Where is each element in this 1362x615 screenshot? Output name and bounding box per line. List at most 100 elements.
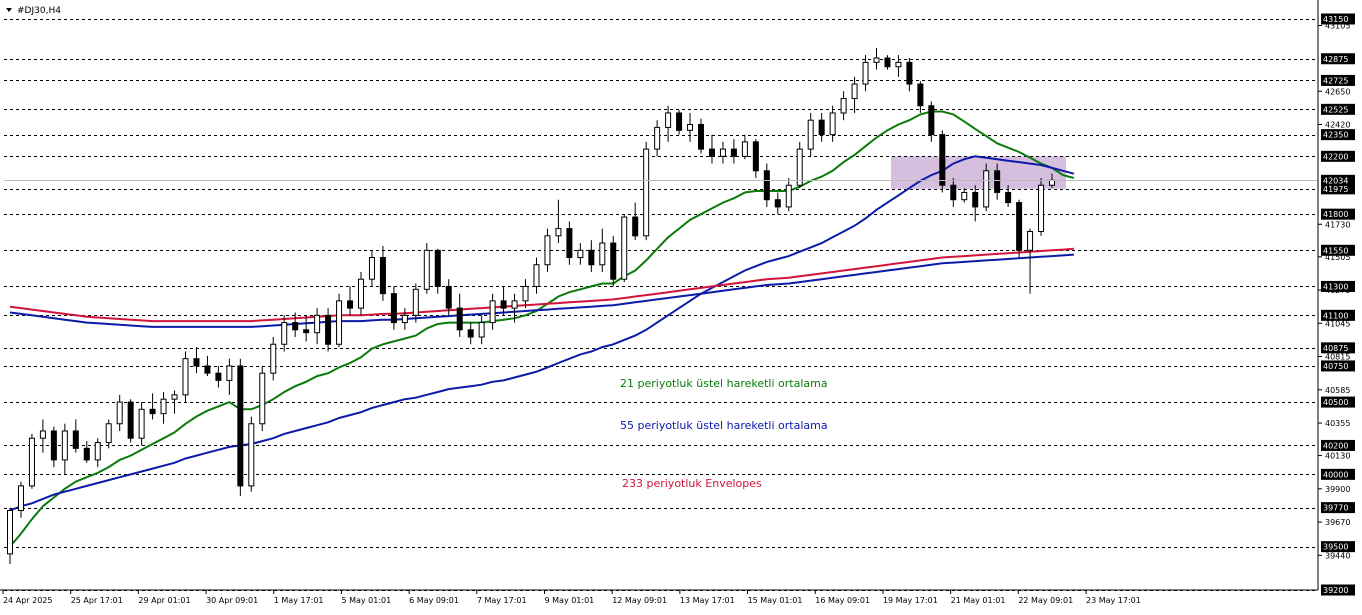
candle-body: [292, 322, 299, 331]
candle-body: [643, 148, 650, 237]
candle-body: [314, 314, 321, 334]
candle-body: [412, 288, 419, 316]
candle-body: [149, 408, 156, 415]
candle-body: [72, 430, 79, 449]
candle-body: [588, 249, 595, 266]
symbol-label: #DJ30,H4: [17, 6, 61, 16]
level-price-label: 42200: [1323, 152, 1348, 161]
candle-body: [741, 141, 748, 157]
plot-background: [0, 0, 1362, 611]
level-price-label: 39200: [1323, 586, 1348, 595]
candle-body: [906, 61, 913, 85]
level-price-label: 41975: [1323, 185, 1348, 194]
candle-body: [39, 430, 46, 439]
level-price-label: 40200: [1323, 441, 1348, 450]
candle-body: [994, 170, 1001, 193]
candle: [182, 351, 189, 403]
y-tick-label: 41730: [1325, 220, 1350, 229]
candle-body: [7, 509, 13, 555]
candle-body: [237, 365, 244, 487]
y-tick-label: 40130: [1325, 452, 1350, 461]
candle-body: [752, 141, 759, 172]
candle-body: [807, 119, 814, 150]
y-tick-label: 42650: [1325, 87, 1350, 96]
candle-body: [368, 257, 375, 280]
level-price-label: 40500: [1323, 398, 1348, 407]
chart-svg: 4310542650424204173041505412754104540815…: [0, 0, 1362, 611]
x-tick-label: 29 Apr 01:01: [138, 596, 190, 605]
candle-body: [390, 293, 397, 324]
candle-body: [818, 119, 825, 136]
candle-body: [555, 228, 562, 237]
candle-body: [1027, 230, 1034, 251]
candle-body: [610, 242, 617, 280]
x-tick-label: 19 May 17:01: [883, 596, 938, 605]
candle-body: [511, 300, 518, 309]
level-price-label: 41550: [1323, 246, 1348, 255]
candle-body: [193, 358, 200, 367]
candle: [127, 399, 134, 443]
candle-body: [796, 148, 803, 186]
candle-body: [478, 322, 485, 338]
x-tick-label: 21 May 01:01: [951, 596, 1006, 605]
annotation-envelope: 233 periyotluk Envelopes: [622, 477, 762, 490]
candle-body: [445, 285, 452, 309]
y-tick-label: 39670: [1325, 518, 1350, 527]
candle-body: [708, 148, 715, 157]
candle-body: [917, 83, 924, 107]
price-chart[interactable]: 4310542650424204173041505412754104540815…: [0, 0, 1362, 611]
candle-body: [347, 300, 354, 309]
annotation-ema55: 55 periyotluk üstel hareketli ortalama: [620, 419, 828, 432]
candle-body: [204, 365, 211, 374]
candle-body: [94, 442, 101, 461]
candle-body: [423, 249, 430, 290]
level-price-label: 43150: [1323, 15, 1348, 24]
candle-body: [116, 401, 123, 425]
candle: [796, 141, 803, 189]
x-tick-label: 6 May 09:01: [409, 596, 459, 605]
candle-body: [28, 437, 35, 487]
x-tick-label: 15 May 01:01: [748, 596, 803, 605]
candle-body: [566, 228, 573, 259]
y-tick-label: 39900: [1325, 485, 1350, 494]
x-tick-label: 5 May 01:01: [341, 596, 391, 605]
candle-body: [171, 394, 178, 400]
candle-body: [1049, 179, 1055, 186]
candle-body: [1005, 191, 1012, 204]
candle-body: [785, 184, 792, 208]
candle-body: [248, 423, 255, 487]
candle-body: [544, 235, 551, 266]
candle-body: [577, 249, 584, 259]
candle-body: [226, 365, 233, 381]
y-tick-label: 40585: [1325, 386, 1350, 395]
candle-body: [1038, 184, 1045, 232]
candle-body: [357, 278, 364, 309]
candle: [423, 243, 430, 294]
candle-body: [325, 314, 332, 345]
candle-body: [467, 329, 474, 338]
level-price-label: 41100: [1323, 311, 1348, 320]
candle-body: [61, 430, 68, 461]
level-price-label: 39500: [1323, 543, 1348, 552]
candle-body: [456, 307, 463, 331]
candle-body: [895, 61, 902, 68]
candle-body: [939, 134, 946, 186]
candle-body: [105, 423, 112, 444]
x-tick-label: 25 Apr 17:01: [71, 596, 123, 605]
x-tick-label: 1 May 17:01: [274, 596, 324, 605]
candle-body: [401, 314, 408, 324]
candle-body: [83, 447, 90, 461]
candle: [248, 416, 255, 492]
candle-body: [950, 184, 957, 201]
candle-body: [719, 148, 726, 157]
y-tick-label: 40355: [1325, 419, 1350, 428]
level-price-label: 42725: [1323, 76, 1348, 85]
candle-body: [1016, 202, 1023, 251]
candle-body: [215, 372, 222, 381]
level-price-label: 41300: [1323, 282, 1348, 291]
candle-body: [873, 57, 880, 63]
candle-body: [533, 264, 540, 287]
candle-body: [17, 485, 24, 511]
candle: [621, 214, 628, 283]
candle-body: [281, 322, 288, 345]
